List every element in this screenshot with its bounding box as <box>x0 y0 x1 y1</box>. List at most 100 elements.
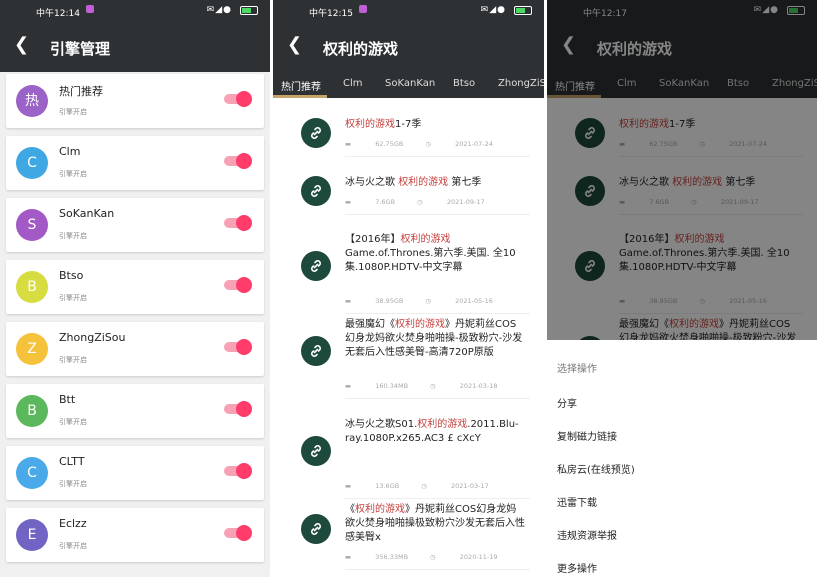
result-date: 2021-05-16 <box>455 297 493 305</box>
engine-status: 引擎开启 <box>59 108 87 116</box>
result-meta: ▬ 38.95GB ◷ 2021-05-16 <box>345 297 515 305</box>
action-sheet: 选择操作 分享 复制磁力链接 私房云(在线预览) 迅雷下载 违规资源举报 更多操… <box>547 340 817 577</box>
folder-icon: ▬ <box>345 382 354 390</box>
divider <box>345 156 530 157</box>
back-arrow-icon[interactable]: ❮ <box>287 36 302 54</box>
option-report[interactable]: 违规资源举报 <box>557 527 617 542</box>
divider <box>345 569 530 570</box>
results-list: 权利的游戏1-7季 ▬ 62.75GB ◷ 2021-07-24 冰与火之歌 权利的游… <box>273 98 544 577</box>
result-date: 2021-07-24 <box>455 140 493 148</box>
title-prefix: 冰与火之歌 <box>345 177 399 188</box>
divider <box>345 214 530 215</box>
result-date: 2021-09-17 <box>446 198 485 206</box>
link-icon <box>301 436 331 466</box>
tab-clm[interactable]: Clm <box>343 78 363 89</box>
option-thunder-download[interactable]: 迅雷下载 <box>557 494 597 509</box>
title-prefix: 冰与火之歌S01. <box>345 419 418 430</box>
engine-card[interactable]: B Btt 引擎开启 <box>6 384 264 438</box>
title-highlight: 权利的游戏 <box>400 234 451 245</box>
tab-zhongzisou[interactable]: ZhongZiS <box>498 78 544 89</box>
page-title: 引擎管理 <box>50 40 111 58</box>
divider <box>345 498 530 499</box>
link-icon <box>301 176 331 206</box>
engine-status: 引擎开启 <box>59 170 87 178</box>
engine-toggle[interactable] <box>224 215 252 231</box>
option-copy-magnet[interactable]: 复制磁力链接 <box>557 428 617 443</box>
engine-avatar: C <box>16 457 48 489</box>
result-meta: ▬ 160.34MB ◷ 2021-03-18 <box>345 382 520 390</box>
result-date: 2021-03-18 <box>459 382 498 390</box>
title-highlight: 权利的游戏 <box>398 177 449 188</box>
title-suffix: Game.of.Thrones.第六季.美国. 全10集.1080P.HDTV-… <box>345 248 516 273</box>
result-title: 《权利的游戏》丹妮莉丝COS幻身龙妈欲火焚身啪啪操极致粉穴沙发无套后入性感美臀x <box>345 503 525 545</box>
signal-icons: ✉◢● <box>206 5 232 15</box>
modal-overlay[interactable] <box>547 0 817 340</box>
result-meta: ▬ 356.33MB ◷ 2020-11-19 <box>345 553 520 561</box>
result-meta: ▬ 62.75GB ◷ 2021-07-24 <box>345 140 515 148</box>
sheet-title: 选择操作 <box>557 364 597 375</box>
engine-card[interactable]: C CLTT 引擎开启 <box>6 446 264 500</box>
tab-sokankan[interactable]: SoKanKan <box>385 78 435 89</box>
engine-avatar: S <box>16 209 48 241</box>
toggle-knob <box>236 91 252 107</box>
engine-name: 热门推荐 <box>59 85 103 98</box>
status-bar: 中午12:15 ✉◢● <box>273 0 544 22</box>
toggle-knob <box>236 277 252 293</box>
engine-card[interactable]: C Clm 引擎开启 <box>6 136 264 190</box>
option-share[interactable]: 分享 <box>557 395 577 410</box>
toggle-knob <box>236 401 252 417</box>
engine-toggle[interactable] <box>224 525 252 541</box>
engine-name: Eclzz <box>59 517 87 530</box>
engine-card[interactable]: Z ZhongZiSou 引擎开启 <box>6 322 264 376</box>
engine-card[interactable]: E Eclzz 引擎开启 <box>6 508 264 562</box>
clock-icon: ◷ <box>425 140 434 148</box>
option-more[interactable]: 更多操作 <box>557 560 597 575</box>
engine-name: CLTT <box>59 455 85 468</box>
engine-avatar: B <box>16 271 48 303</box>
result-size: 13.6GB <box>375 482 400 490</box>
app-bar: 中午12:14 ✉◢● ❮ 引擎管理 <box>0 0 270 72</box>
clock-icon: ◷ <box>421 482 429 490</box>
title-prefix: 最强魔幻《 <box>345 319 395 330</box>
clock-icon: ◷ <box>430 553 438 561</box>
title-highlight: 权利的游戏 <box>417 419 468 430</box>
tab-btso[interactable]: Btso <box>453 78 475 89</box>
back-arrow-icon[interactable]: ❮ <box>14 36 29 54</box>
toggle-knob <box>236 215 252 231</box>
result-size: 62.75GB <box>375 140 404 148</box>
engine-toggle[interactable] <box>224 153 252 169</box>
divider <box>345 313 530 314</box>
result-size: 7.6GB <box>375 198 396 206</box>
engine-status: 引擎开启 <box>59 232 87 240</box>
result-title: 冰与火之歌 权利的游戏 第七季 <box>345 176 525 190</box>
search-results-screen: 中午12:15 ✉◢● ❮ 权利的游戏 热门推荐 Clm SoKanKan Bt… <box>273 0 544 577</box>
engine-toggle[interactable] <box>224 277 252 293</box>
tab-hot[interactable]: 热门推荐 <box>281 78 321 93</box>
engine-avatar: E <box>16 519 48 551</box>
engine-card[interactable]: S SoKanKan 引擎开启 <box>6 198 264 252</box>
title-highlight: 权利的游戏 <box>355 504 405 515</box>
result-meta: ▬ 13.6GB ◷ 2021-03-17 <box>345 482 511 490</box>
action-sheet-screen: 中午12:17 ✉◢● ❮ 权利的游戏 热门推荐 Clm SoKanKan Bt… <box>547 0 817 577</box>
link-icon <box>301 251 331 281</box>
engine-avatar: C <box>16 147 48 179</box>
clock-icon: ◷ <box>430 382 438 390</box>
divider <box>345 398 530 399</box>
engine-avatar: 热 <box>16 85 48 117</box>
engine-name: Btt <box>59 393 76 406</box>
result-title: 权利的游戏1-7季 <box>345 118 525 132</box>
engine-toggle[interactable] <box>224 339 252 355</box>
engine-toggle[interactable] <box>224 91 252 107</box>
engine-toggle[interactable] <box>224 401 252 417</box>
engine-card[interactable]: 热热门推荐引擎开启 <box>6 74 264 128</box>
status-time: 中午12:14 <box>36 9 80 19</box>
engine-card[interactable]: B Btso 引擎开启 <box>6 260 264 314</box>
title-suffix: 第七季 <box>448 177 482 188</box>
result-meta: ▬ 7.6GB ◷ 2021-09-17 <box>345 198 507 206</box>
engine-status: 引擎开启 <box>59 294 87 302</box>
option-private-cloud[interactable]: 私房云(在线预览) <box>557 461 635 476</box>
engine-name: Clm <box>59 145 81 158</box>
engine-toggle[interactable] <box>224 463 252 479</box>
link-icon <box>301 514 331 544</box>
engine-avatar: B <box>16 395 48 427</box>
